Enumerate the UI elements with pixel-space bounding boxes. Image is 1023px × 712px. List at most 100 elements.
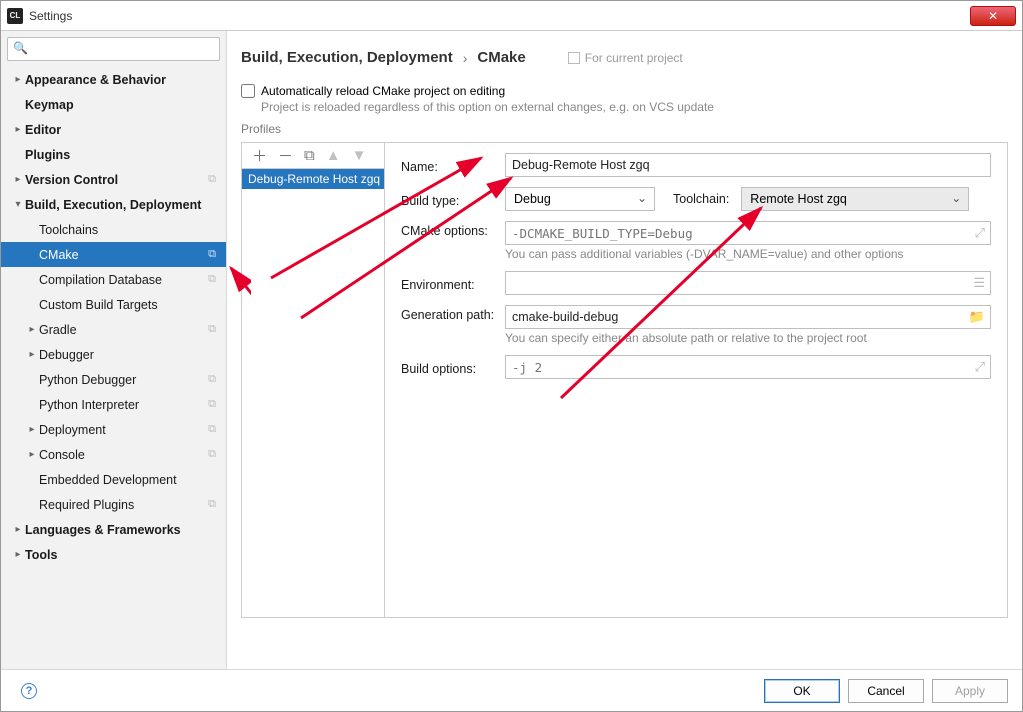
cmake-options-label: CMake options: xyxy=(401,221,505,238)
add-profile-button[interactable]: ＋ xyxy=(252,145,267,166)
sidebar-item-label: Plugins xyxy=(25,148,70,162)
sidebar-item-toolchains[interactable]: Toolchains xyxy=(1,217,226,242)
name-input[interactable] xyxy=(505,153,991,177)
sidebar-item-compilation-database[interactable]: Compilation Database⧉ xyxy=(1,267,226,292)
settings-tree[interactable]: Appearance & Behavior Keymap Editor Plugins… xyxy=(1,65,226,669)
sidebar-item-keymap[interactable]: Keymap xyxy=(1,92,226,117)
settings-window: CL Settings ✕ 🔍 Appearance & Behavior Key… xyxy=(0,0,1023,712)
cmake-options-input[interactable] xyxy=(505,221,991,245)
profiles-box: ＋ － ⧉ ▲ ▼ Debug-Remote Host zgq Name: xyxy=(241,142,1008,618)
profiles-left: ＋ － ⧉ ▲ ▼ Debug-Remote Host zgq xyxy=(242,143,385,617)
chevron-icon xyxy=(25,324,39,335)
build-options-label: Build options: xyxy=(401,359,505,376)
list-icon[interactable]: ☰ xyxy=(973,275,985,291)
project-scope-icon: ⧉ xyxy=(208,498,216,511)
profiles-list[interactable]: Debug-Remote Host zgq xyxy=(242,169,384,617)
dialog-footer: ? OK Cancel Apply xyxy=(1,669,1022,711)
breadcrumb-root: Build, Execution, Deployment xyxy=(241,49,453,66)
folder-icon[interactable]: 📁 xyxy=(969,309,985,325)
sidebar-item-label: Tools xyxy=(25,548,57,562)
build-options-input[interactable] xyxy=(505,355,991,379)
apply-button[interactable]: Apply xyxy=(932,679,1008,703)
sidebar-item-build-execution-deployment[interactable]: Build, Execution, Deployment xyxy=(1,192,226,217)
project-scope-icon: ⧉ xyxy=(208,448,216,461)
chevron-icon xyxy=(11,124,25,135)
chevron-icon xyxy=(11,74,25,85)
sidebar-item-label: Debugger xyxy=(39,348,94,362)
toolchain-value: Remote Host zgq xyxy=(750,192,847,206)
sidebar-item-version-control[interactable]: Version Control⧉ xyxy=(1,167,226,192)
build-type-select[interactable]: Debug xyxy=(505,187,655,211)
project-scope-icon: ⧉ xyxy=(208,323,216,336)
expand-icon[interactable]: ⤢ xyxy=(975,225,985,241)
sidebar-item-label: CMake xyxy=(39,248,79,262)
generation-path-input[interactable] xyxy=(505,305,991,329)
auto-reload-row: Automatically reload CMake project on ed… xyxy=(241,84,1008,98)
sidebar-item-cmake[interactable]: CMake ⧉ xyxy=(1,242,226,267)
sidebar-item-label: Keymap xyxy=(25,98,74,112)
remove-profile-button[interactable]: － xyxy=(278,145,293,166)
sidebar-item-deployment[interactable]: Deployment⧉ xyxy=(1,417,226,442)
search-wrap: 🔍 xyxy=(1,31,226,65)
copy-icon xyxy=(568,52,580,64)
sidebar-item-label: Required Plugins xyxy=(39,498,134,512)
toolchain-select[interactable]: Remote Host zgq xyxy=(741,187,969,211)
sidebar-item-python-interpreter[interactable]: Python Interpreter⧉ xyxy=(1,392,226,417)
sidebar-item-label: Build, Execution, Deployment xyxy=(25,198,201,212)
project-scope-icon: ⧉ xyxy=(208,248,216,261)
help-button[interactable]: ? xyxy=(21,683,37,699)
chevron-icon xyxy=(11,524,25,535)
sidebar-item-required-plugins[interactable]: Required Plugins ⧉ xyxy=(1,492,226,517)
sidebar-item-embedded-development[interactable]: Embedded Development xyxy=(1,467,226,492)
sidebar-item-label: Languages & Frameworks xyxy=(25,523,181,537)
move-down-button[interactable]: ▼ xyxy=(352,147,367,164)
profiles-section: Profiles ＋ － ⧉ ▲ ▼ Debug-Remote Host zgq xyxy=(241,118,1008,618)
copy-profile-button[interactable]: ⧉ xyxy=(304,147,315,164)
sidebar-item-label: Embedded Development xyxy=(39,473,177,487)
sidebar-item-python-debugger[interactable]: Python Debugger⧉ xyxy=(1,367,226,392)
sidebar-item-debugger[interactable]: Debugger xyxy=(1,342,226,367)
breadcrumb-leaf: CMake xyxy=(477,49,525,66)
environment-label: Environment: xyxy=(401,275,505,292)
close-button[interactable]: ✕ xyxy=(970,6,1016,26)
sidebar-item-label: Editor xyxy=(25,123,61,137)
sidebar: 🔍 Appearance & Behavior Keymap Editor Plugi… xyxy=(1,31,227,669)
expand-icon[interactable]: ⤢ xyxy=(975,359,985,375)
environment-input[interactable] xyxy=(505,271,991,295)
sidebar-item-gradle[interactable]: Gradle ⧉ xyxy=(1,317,226,342)
search-input[interactable] xyxy=(7,37,220,61)
sidebar-item-console[interactable]: Console ⧉ xyxy=(1,442,226,467)
chevron-icon xyxy=(11,549,25,560)
build-type-value: Debug xyxy=(514,192,551,206)
generation-path-hint: You can specify either an absolute path … xyxy=(505,331,991,345)
sidebar-item-custom-build-targets[interactable]: Custom Build Targets xyxy=(1,292,226,317)
cmake-options-hint: You can pass additional variables (-DVAR… xyxy=(505,247,991,261)
cancel-button[interactable]: Cancel xyxy=(848,679,924,703)
build-type-label: Build type: xyxy=(401,191,505,208)
move-up-button[interactable]: ▲ xyxy=(326,147,341,164)
close-icon: ✕ xyxy=(988,9,998,23)
project-scope-icon: ⧉ xyxy=(208,373,216,386)
auto-reload-checkbox[interactable] xyxy=(241,84,255,98)
app-icon: CL xyxy=(7,8,23,24)
name-label: Name: xyxy=(401,157,505,174)
ok-button[interactable]: OK xyxy=(764,679,840,703)
sidebar-item-label: Appearance & Behavior xyxy=(25,73,166,87)
sidebar-item-plugins[interactable]: Plugins xyxy=(1,142,226,167)
profile-item[interactable]: Debug-Remote Host zgq xyxy=(242,169,384,189)
window-title: Settings xyxy=(29,9,970,23)
profile-form: Name: Build type: Debug Toolchain: Remot… xyxy=(385,143,1007,617)
sidebar-item-label: Console xyxy=(39,448,85,462)
breadcrumb-hint-label: For current project xyxy=(585,51,683,65)
auto-reload-hint: Project is reloaded regardless of this o… xyxy=(261,100,1008,114)
auto-reload-label: Automatically reload CMake project on ed… xyxy=(261,84,505,98)
sidebar-item-appearance-behavior[interactable]: Appearance & Behavior xyxy=(1,67,226,92)
sidebar-item-label: Gradle xyxy=(39,323,77,337)
profiles-toolbar: ＋ － ⧉ ▲ ▼ xyxy=(242,143,384,169)
chevron-icon xyxy=(25,424,39,435)
sidebar-item-tools[interactable]: Tools xyxy=(1,542,226,567)
chevron-icon xyxy=(25,449,39,460)
sidebar-item-editor[interactable]: Editor xyxy=(1,117,226,142)
generation-path-label: Generation path: xyxy=(401,305,505,322)
sidebar-item-languages-frameworks[interactable]: Languages & Frameworks xyxy=(1,517,226,542)
